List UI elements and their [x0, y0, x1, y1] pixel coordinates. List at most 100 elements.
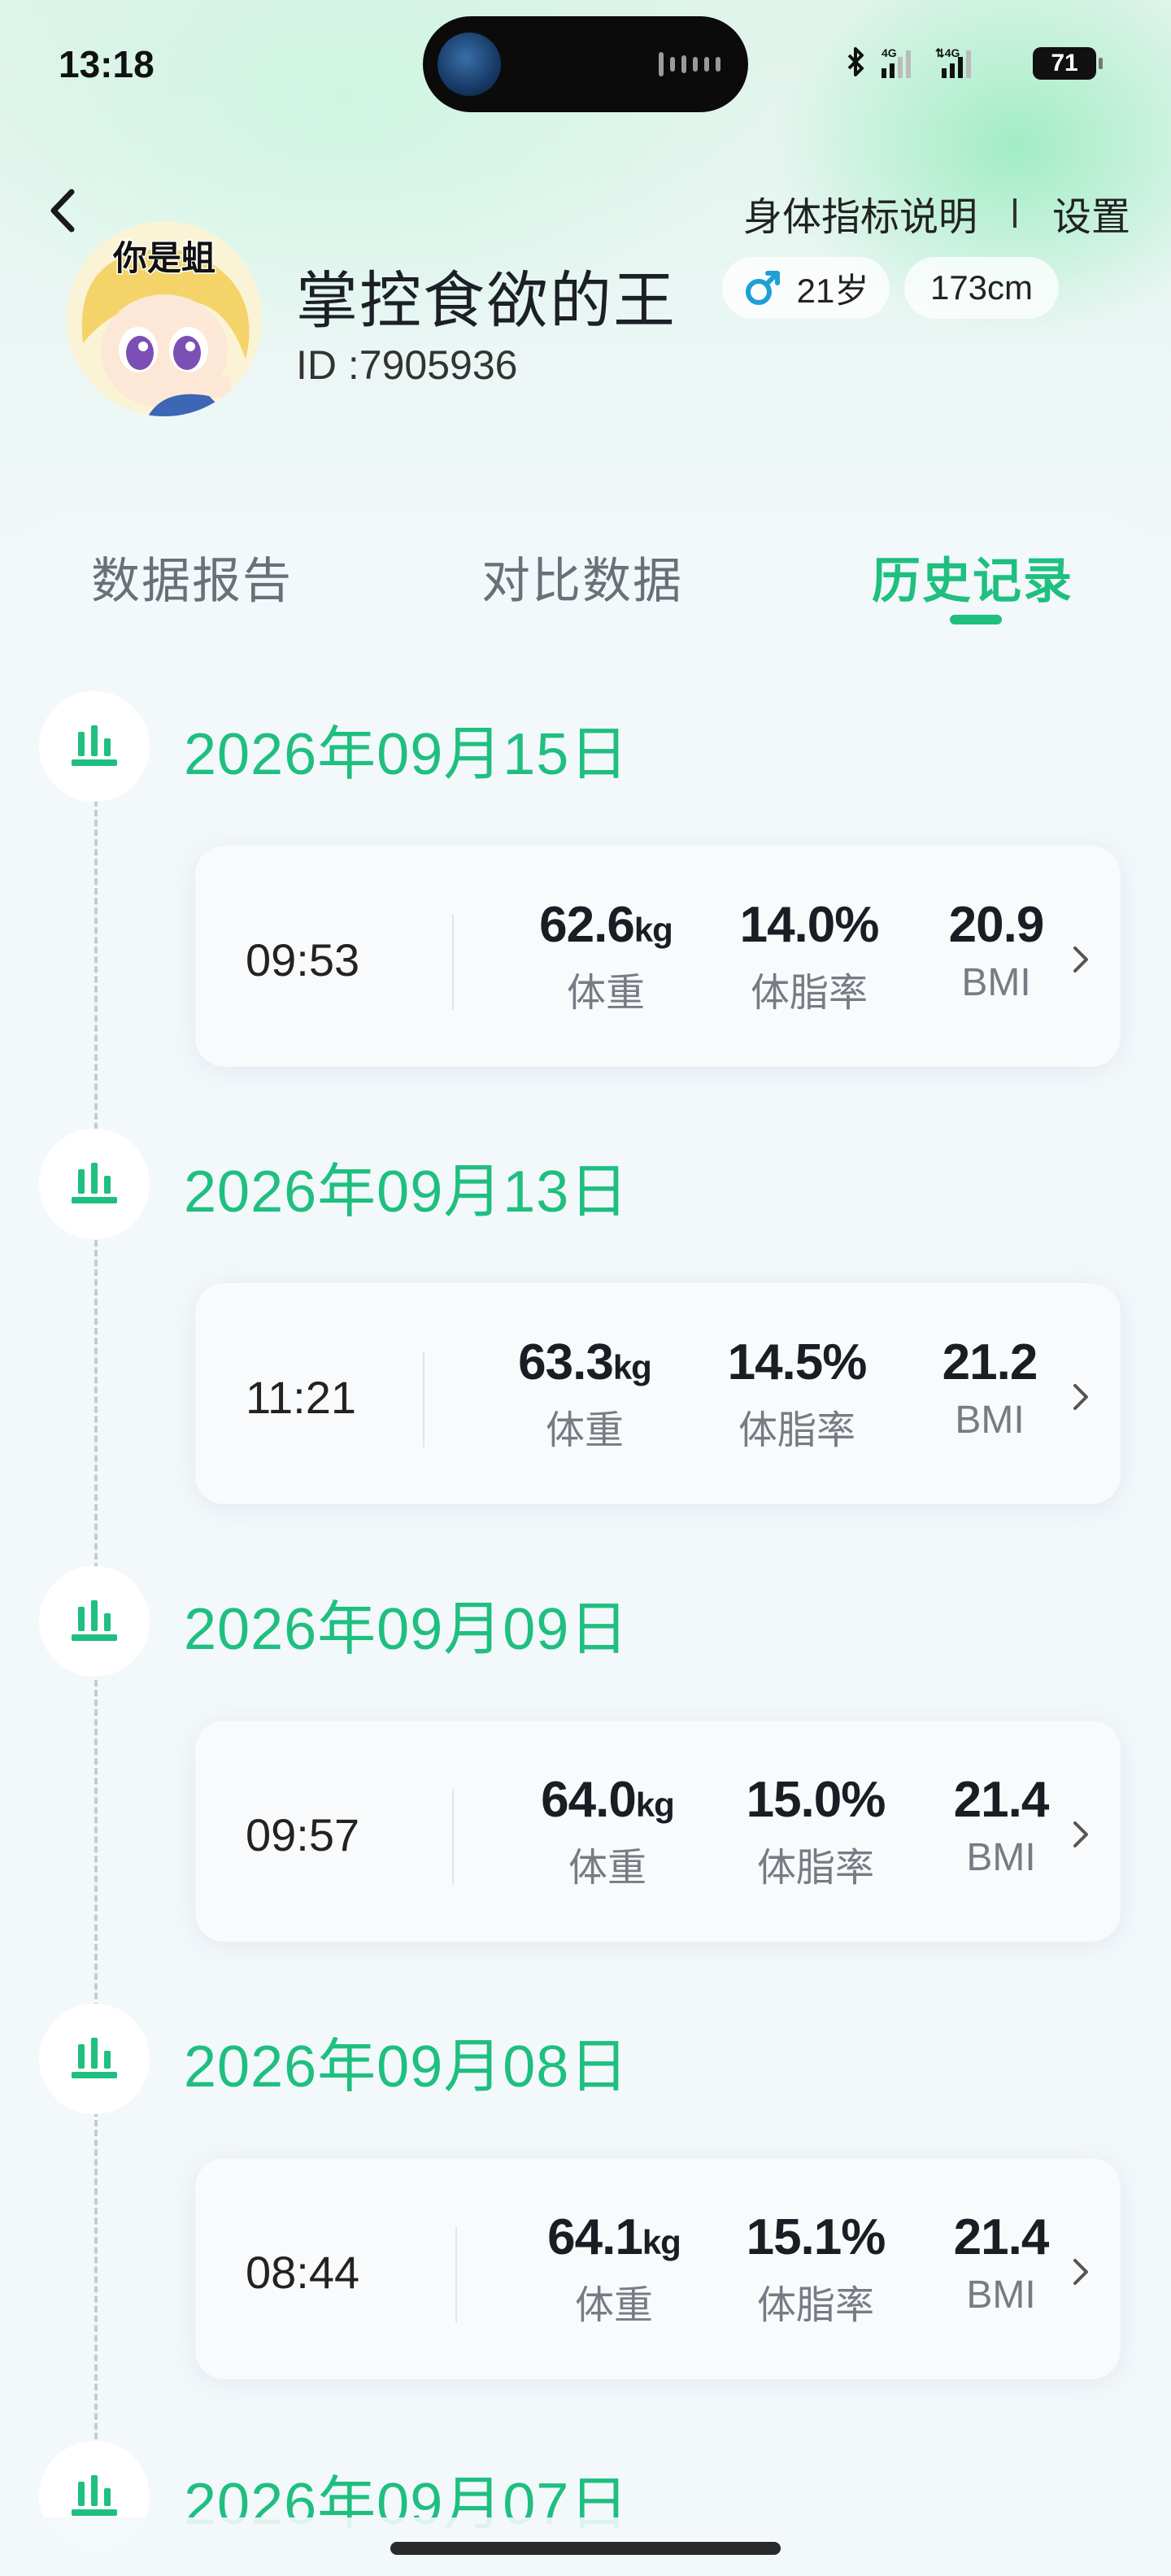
body-fat-value: 15.0%: [746, 1772, 886, 1828]
record-card[interactable]: 11:21 63.3kg 体重 14.5% 体脂率 21.2 BMI: [195, 1283, 1121, 1504]
bar-chart-icon: [39, 1566, 150, 1677]
svg-text:⇅4G: ⇅4G: [935, 46, 960, 59]
record-date: 2026年09月08日: [184, 2034, 629, 2100]
bmi-label: BMI: [966, 1836, 1036, 1879]
indicator-help-link[interactable]: 身体指标说明: [743, 185, 977, 242]
bmi-metric: 21.4 BMI: [908, 1771, 1095, 1880]
bar-chart-icon: [39, 2004, 150, 2114]
record-date: 2026年09月15日: [184, 722, 629, 787]
avatar-image: 你是蛆: [67, 221, 262, 416]
signal-icon: 4G: [882, 46, 911, 78]
height-value: 173cm: [929, 268, 1034, 307]
home-indicator[interactable]: [390, 2542, 781, 2555]
body-fat-metric: 15.1% 体脂率: [722, 2208, 909, 2330]
weight-label: 体重: [545, 1408, 624, 1453]
record-card[interactable]: 08:44 64.1kg 体重 15.1% 体脂率 21.4 BMI: [195, 2158, 1121, 2379]
bmi-label: BMI: [966, 2274, 1036, 2317]
male-icon: [745, 271, 780, 305]
header-links: 身体指标说明 设置: [743, 189, 1130, 240]
status-time: 13:18: [59, 43, 155, 85]
bmi-value: 21.4: [953, 1772, 1050, 1828]
avatar[interactable]: 你是蛆: [67, 221, 262, 416]
record-card[interactable]: 09:57 64.0kg 体重 15.0% 体脂率 21.4 BMI: [195, 1721, 1121, 1942]
weight-metric: 64.1kg 体重: [520, 2208, 707, 2330]
svg-text:4G: 4G: [882, 46, 897, 59]
svg-text:你是蛆: 你是蛆: [112, 238, 215, 278]
divider: [455, 2226, 457, 2322]
body-fat-value: 15.1%: [746, 2209, 886, 2265]
record-date: 2026年09月13日: [184, 1160, 629, 1225]
bar-chart-icon: [39, 1129, 150, 1239]
record-card[interactable]: 09:53 62.6kg 体重 14.0% 体脂率 20.9 BMI: [195, 846, 1121, 1067]
body-fat-metric: 14.0% 体脂率: [716, 896, 903, 1017]
body-fat-value: 14.0%: [739, 897, 880, 953]
dynamic-island[interactable]: [423, 16, 748, 112]
now-playing-artwork: [437, 33, 501, 96]
history-day-group: 2026年09月09日 09:57 64.0kg 体重 15.0% 体脂率 21…: [0, 1566, 1171, 2005]
body-fat-label: 体脂率: [750, 970, 868, 1016]
weight-metric: 64.0kg 体重: [514, 1771, 701, 1892]
weight-value: 63.3: [518, 1334, 614, 1390]
tab-history[interactable]: 历史记录: [872, 542, 1073, 612]
signal-icon: ⇅4G: [935, 46, 971, 78]
weight-label: 体重: [574, 2282, 653, 2328]
body-fat-label: 体脂率: [738, 1408, 855, 1453]
weight-unit: kg: [635, 1786, 675, 1824]
divider: [452, 1789, 454, 1885]
bmi-metric: 20.9 BMI: [903, 896, 1090, 1005]
battery-icon: 71: [1033, 47, 1103, 80]
body-fat-metric: 14.5% 体脂率: [703, 1334, 890, 1455]
tab-compare-data[interactable]: 对比数据: [481, 542, 683, 612]
chevron-right-icon: [1073, 2259, 1088, 2285]
record-time: 08:44: [246, 2247, 360, 2298]
record-time: 09:57: [246, 1809, 360, 1860]
settings-link[interactable]: 设置: [1052, 185, 1130, 242]
body-fat-metric: 15.0% 体脂率: [722, 1771, 909, 1892]
divider: [423, 1351, 424, 1447]
username: 掌控食欲的王: [296, 264, 677, 337]
bmi-value: 21.2: [942, 1334, 1038, 1390]
divider: [1012, 198, 1016, 228]
active-tab-indicator: [950, 615, 1002, 624]
chevron-right-icon: [1073, 946, 1088, 973]
bmi-label: BMI: [961, 961, 1031, 1004]
height-badge: 173cm: [904, 257, 1059, 319]
bmi-value: 21.4: [953, 2209, 1050, 2265]
record-time: 09:53: [246, 934, 360, 986]
bluetooth-icon: [847, 47, 864, 76]
bmi-metric: 21.4 BMI: [908, 2208, 1095, 2317]
back-arrow-icon[interactable]: [41, 182, 89, 239]
age-value: 21岁: [796, 271, 869, 310]
weight-value: 62.6: [539, 897, 635, 953]
body-fat-value: 14.5%: [727, 1334, 868, 1390]
chevron-right-icon: [1073, 1821, 1088, 1847]
weight-value: 64.0: [541, 1772, 637, 1828]
tab-data-report[interactable]: 数据报告: [91, 542, 293, 612]
record-time: 11:21: [246, 1372, 356, 1423]
history-day-group: 2026年09月15日 09:53 62.6kg 体重 14.0% 体脂率 20…: [0, 691, 1171, 1130]
tab-bar: 数据报告 对比数据 历史记录: [0, 542, 1171, 639]
history-day-group: 2026年09月13日 11:21 63.3kg 体重 14.5% 体脂率 21…: [0, 1129, 1171, 1568]
body-fat-label: 体脂率: [756, 1845, 874, 1891]
bmi-label: BMI: [955, 1399, 1025, 1442]
weight-value: 64.1: [547, 2209, 643, 2265]
weight-label: 体重: [566, 970, 645, 1016]
weight-unit: kg: [633, 911, 673, 949]
weight-unit: kg: [642, 2223, 681, 2261]
chevron-right-icon: [1073, 1384, 1088, 1410]
bmi-metric: 21.2 BMI: [896, 1334, 1083, 1442]
body-fat-label: 体脂率: [756, 2282, 874, 2328]
user-id: ID :7905936: [296, 342, 518, 388]
weight-metric: 63.3kg 体重: [491, 1334, 678, 1455]
bmi-value: 20.9: [948, 897, 1045, 953]
audio-wave-icon: [659, 52, 720, 76]
weight-metric: 62.6kg 体重: [512, 896, 699, 1017]
bar-chart-icon: [39, 691, 150, 802]
age-badge: 21岁: [722, 257, 890, 319]
record-date: 2026年09月09日: [184, 1597, 629, 1662]
weight-unit: kg: [612, 1348, 652, 1386]
weight-label: 体重: [568, 1845, 646, 1891]
history-day-group: 2026年09月08日 08:44 64.1kg 体重 15.1% 体脂率 21…: [0, 2004, 1171, 2443]
status-bar: 13:18 4G ⇅4G 71: [0, 0, 1171, 122]
divider: [452, 914, 454, 1010]
